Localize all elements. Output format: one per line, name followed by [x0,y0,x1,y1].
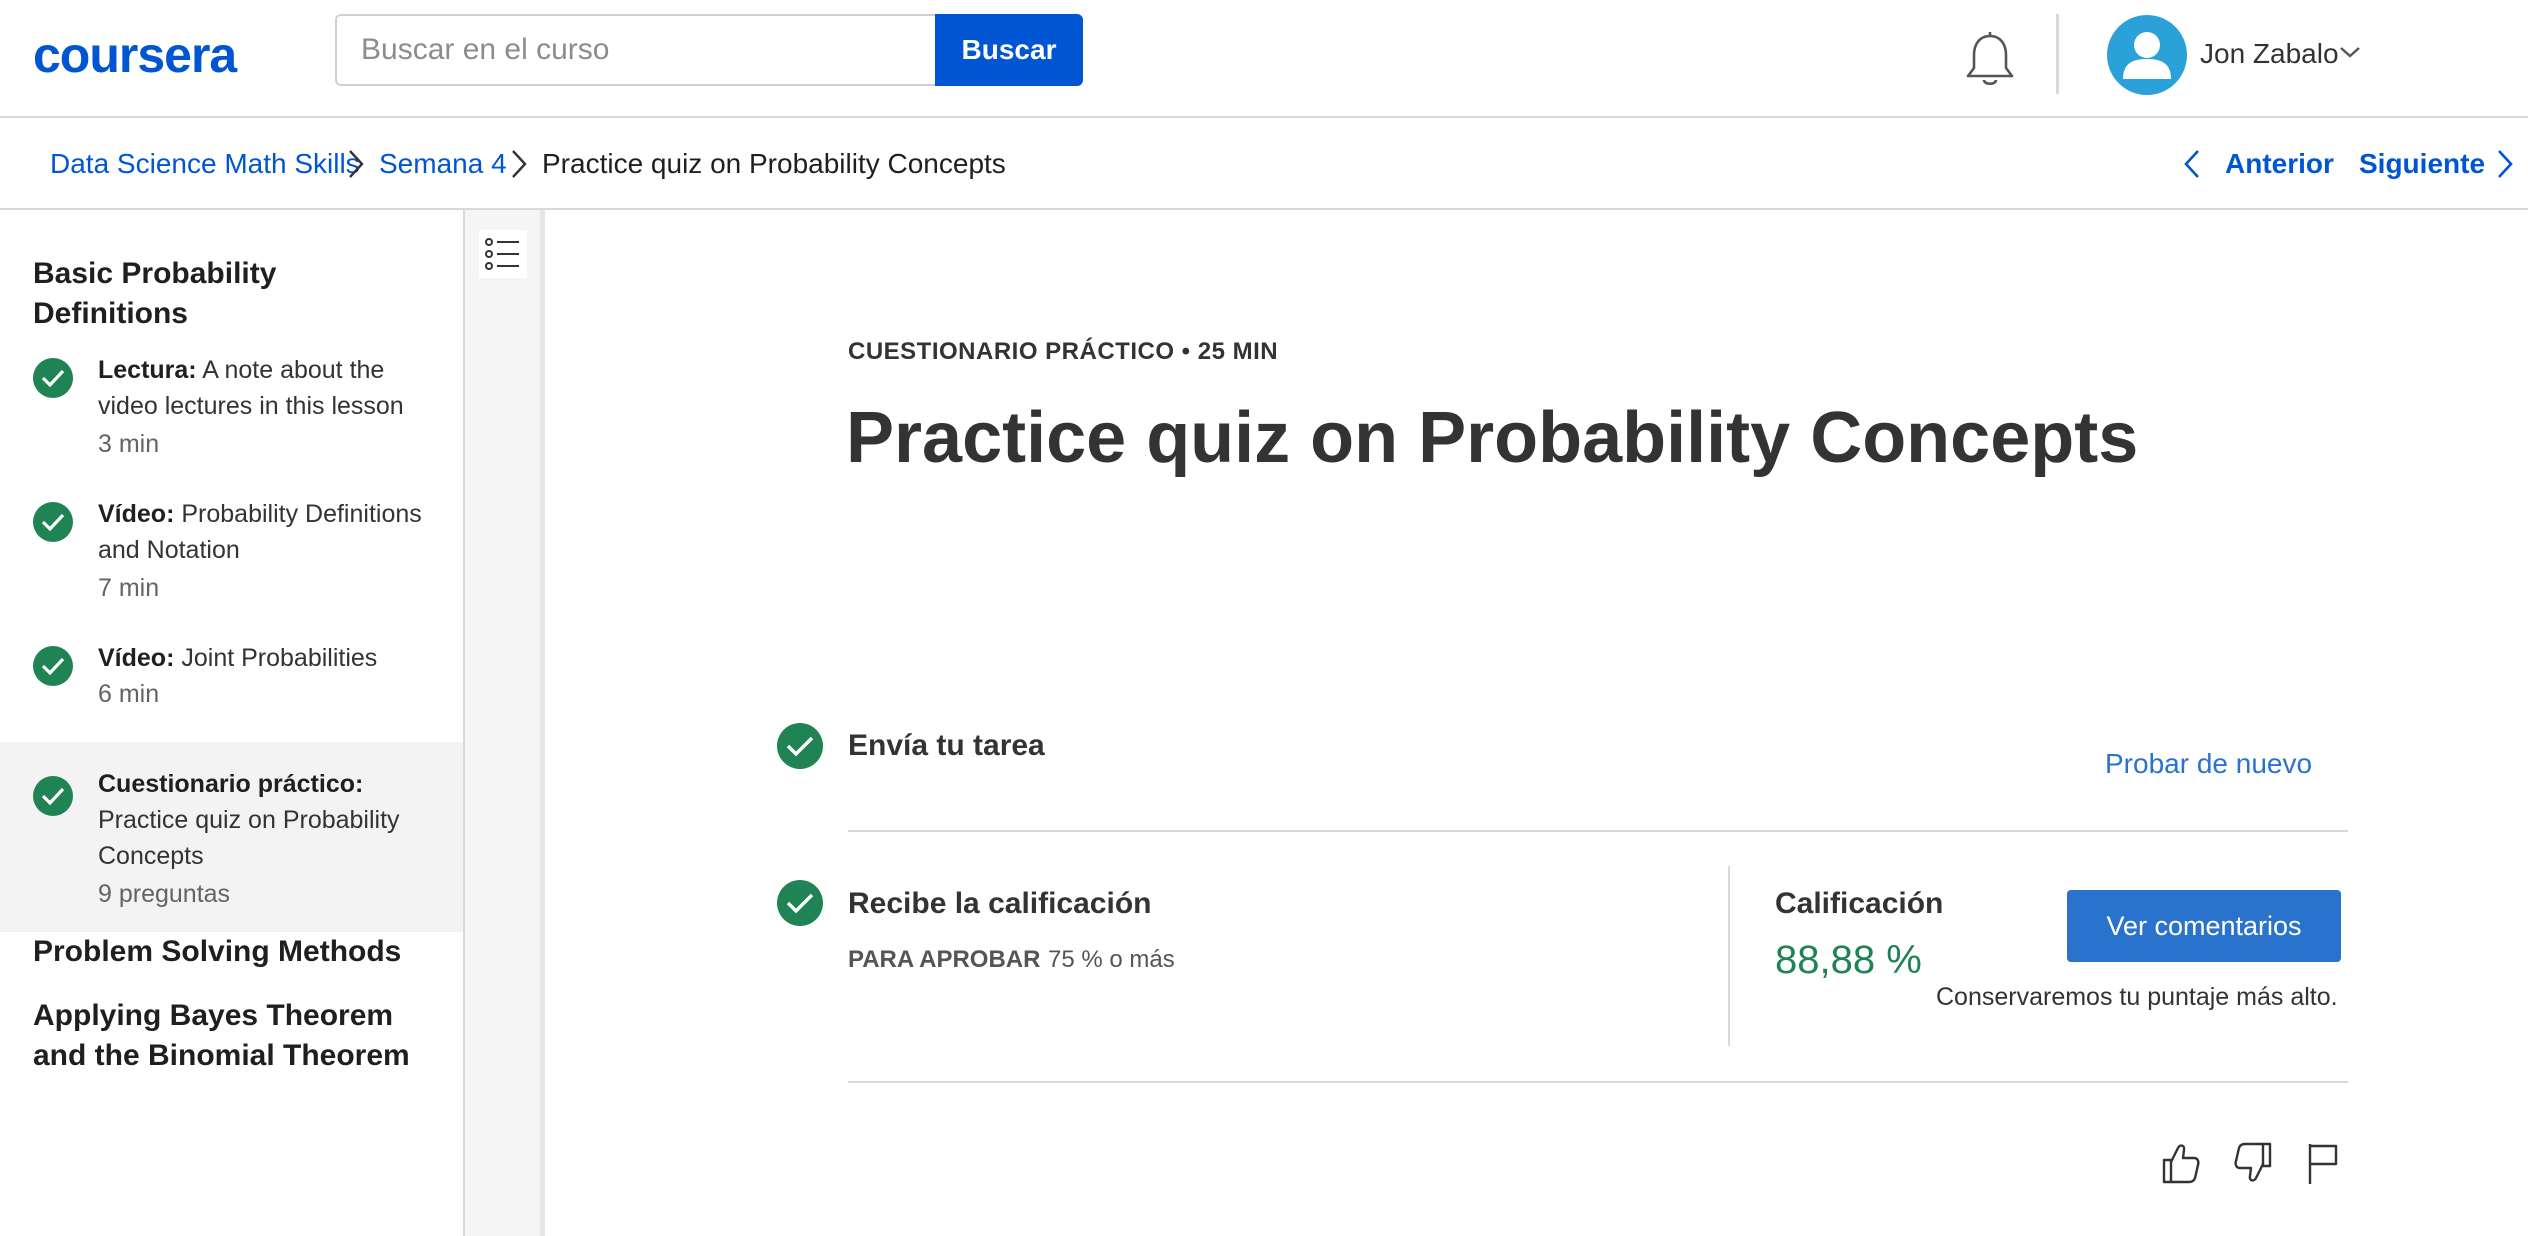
check-icon [777,723,823,769]
sidebar-item-text: Vídeo: Joint Probabilities [98,644,378,672]
section-divider [848,830,2348,832]
check-icon [33,646,73,686]
chevron-right-icon [349,150,364,178]
pass-label: PARA APROBAR [848,946,1041,973]
breadcrumb-week[interactable]: Semana 4 [379,146,507,182]
search-bar: Buscar [335,14,1083,86]
thumbs-down-icon[interactable] [2232,1140,2276,1186]
check-icon [777,880,823,926]
chevron-right-icon[interactable] [2496,148,2514,180]
previous-button[interactable]: Anterior [2225,146,2334,182]
user-name[interactable]: Jon Zabalo [2200,36,2339,72]
sidebar-item-text: Cuestionario práctico: Practice quiz on … [98,770,400,870]
coursera-logo[interactable]: coursera [33,22,237,88]
sidebar-item-text: Lectura: A note about the video lectures… [98,356,404,420]
sidebar-item-reading[interactable]: Lectura: A note about the video lectures… [0,352,463,488]
chevron-left-icon[interactable] [2183,148,2201,180]
search-input[interactable] [335,14,935,86]
check-icon [33,358,73,398]
sidebar-item-meta: 9 preguntas [98,880,231,908]
toc-toggle-strip [465,210,545,1236]
next-button[interactable]: Siguiente [2359,146,2485,182]
sidebar-item-text: Vídeo: Probability Definitions and Notat… [98,500,422,564]
submit-step-title: Envía tu tarea [848,729,1045,762]
view-feedback-button[interactable]: Ver comentarios [2067,890,2341,962]
bell-icon[interactable] [1962,30,2018,90]
grade-divider [1728,866,1730,1046]
retry-button[interactable]: Probar de nuevo [2105,746,2312,782]
page-title: Practice quiz on Probability Concepts [846,398,2139,478]
sidebar-item-video-2[interactable]: Vídeo: Joint Probabilities 6 min [0,640,463,740]
course-sidebar: Basic Probability Definitions Lectura: A… [0,210,465,1236]
sidebar-item-meta: 7 min [98,574,160,602]
highest-score-note: Conservaremos tu puntaje más alto. [1936,983,2338,1011]
pass-value: 75 % o más [1048,946,1175,973]
sidebar-item-video-1[interactable]: Vídeo: Probability Definitions and Notat… [0,496,463,632]
flag-icon[interactable] [2300,1140,2344,1186]
user-avatar-icon[interactable] [2107,15,2187,95]
quiz-kicker: CUESTIONARIO PRÁCTICO • 25 MIN [848,338,1279,365]
list-icon[interactable] [479,230,527,278]
top-header: coursera Buscar Jon Zabalo [0,0,2528,118]
sidebar-item-meta: 6 min [98,680,160,708]
sidebar-section-bayes[interactable]: Applying Bayes Theorem and the Binomial … [33,996,433,1076]
thumbs-up-icon[interactable] [2158,1140,2202,1186]
breadcrumb: Data Science Math Skills Semana 4 Practi… [0,118,2528,210]
sidebar-item-quiz[interactable]: Cuestionario práctico: Practice quiz on … [0,742,463,932]
breadcrumb-course[interactable]: Data Science Math Skills [50,146,360,182]
check-icon [33,776,73,816]
breadcrumb-current: Practice quiz on Probability Concepts [542,148,1006,179]
grade-step-title: Recibe la calificación [848,887,1152,920]
chevron-down-icon[interactable] [2338,44,2362,60]
chevron-right-icon [512,150,527,178]
sidebar-section-problem-solving[interactable]: Problem Solving Methods [33,932,433,972]
grade-label: Calificación [1775,887,1944,920]
check-icon [33,502,73,542]
sidebar-item-meta: 3 min [98,430,160,458]
section-divider [848,1081,2348,1083]
header-divider [2056,14,2059,94]
search-button[interactable]: Buscar [935,14,1083,86]
grade-value: 88,88 % [1775,938,1922,982]
sidebar-section-title[interactable]: Basic Probability Definitions [33,254,433,334]
